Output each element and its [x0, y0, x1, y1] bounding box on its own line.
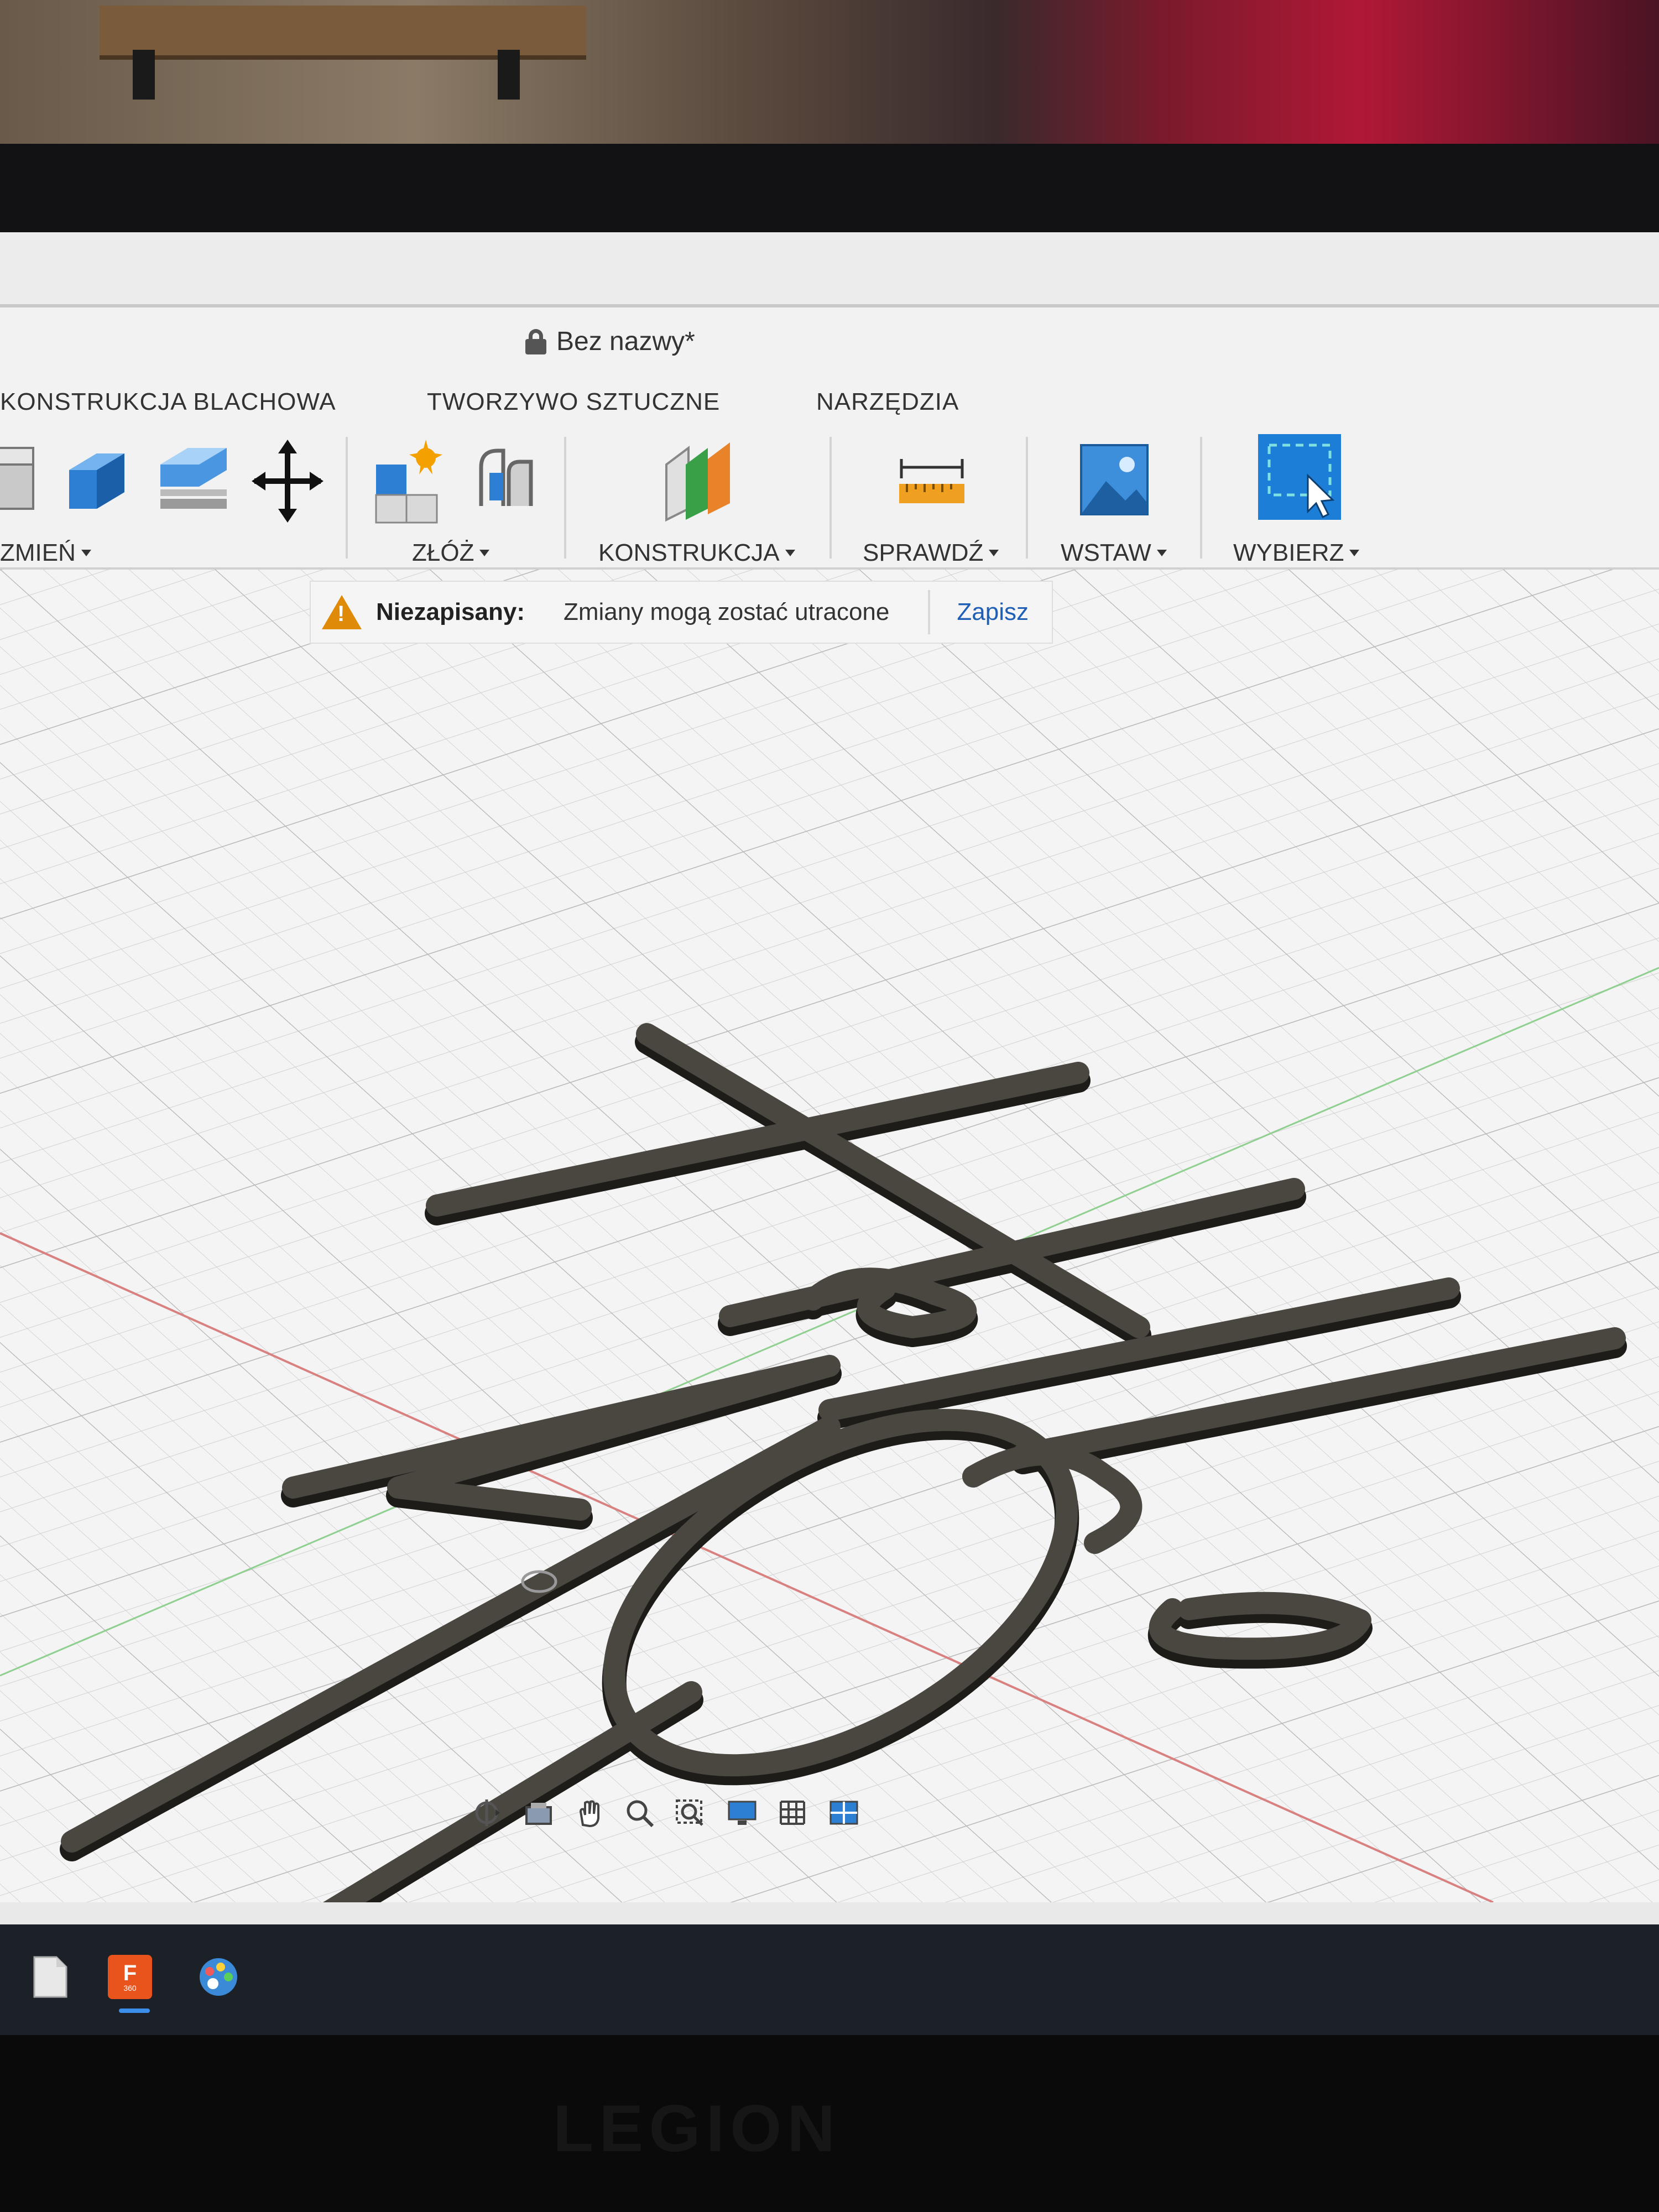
assemble-menu-label: ZŁÓŻ [412, 539, 474, 566]
fusion-window: Bez nazwy* KONSTRUKCJA BLACHOWA TWORZYWO… [0, 232, 1659, 1924]
display-settings-icon[interactable] [724, 1797, 760, 1828]
select-menu-label: WYBIERZ [1233, 539, 1344, 566]
insert-menu[interactable]: WSTAW [1061, 539, 1167, 567]
fusion-360-label: 360 [123, 1984, 137, 1992]
orbit-icon[interactable] [470, 1797, 505, 1828]
new-component-icon[interactable] [371, 437, 448, 525]
fusion-letter: F [123, 1961, 137, 1985]
banner-message: Zmiany mogą zostać utracone [563, 598, 890, 625]
offset-plane-icon[interactable] [661, 437, 738, 525]
paint-icon[interactable] [196, 1955, 241, 1999]
shelf-bracket [133, 50, 155, 100]
look-at-icon[interactable] [521, 1797, 556, 1828]
fusion-360-icon[interactable]: F 360 [108, 1955, 152, 1999]
shell-icon[interactable] [155, 437, 232, 520]
joint-icon[interactable] [470, 440, 542, 523]
move-icon[interactable] [252, 440, 324, 523]
modify-menu[interactable]: ZMIEŃ [0, 539, 91, 567]
press-pull-icon[interactable] [0, 437, 44, 514]
toolbar-divider [1200, 437, 1202, 559]
document-title-text: Bez nazwy* [556, 327, 695, 356]
file-icon[interactable] [28, 1955, 72, 1999]
fit-icon[interactable] [674, 1797, 709, 1828]
select-icon[interactable] [1255, 431, 1344, 525]
grid-icon[interactable] [775, 1797, 811, 1828]
toolbar-divider [830, 437, 832, 559]
banner-divider [928, 590, 931, 634]
toolbar-divider [1026, 437, 1028, 559]
chevron-down-icon [81, 550, 91, 556]
hardware-logo: LEGION [553, 2091, 841, 2166]
inspect-menu-label: SPRAWDŹ [863, 539, 984, 566]
title-bar [0, 232, 1659, 307]
navigation-bar [470, 1797, 862, 1828]
tab-sheet-metal[interactable]: KONSTRUKCJA BLACHOWA [0, 388, 336, 416]
room-background [0, 0, 1659, 155]
unsaved-banner: ! Niezapisany: Zmiany mogą zostać utraco… [310, 581, 1053, 644]
toolbar-divider [564, 437, 566, 559]
chevron-down-icon [989, 550, 999, 556]
assemble-menu[interactable]: ZŁÓŻ [412, 539, 490, 567]
insert-menu-label: WSTAW [1061, 539, 1151, 566]
measure-icon[interactable] [896, 453, 968, 514]
ground-grid-major [0, 570, 1659, 1902]
select-menu[interactable]: WYBIERZ [1233, 539, 1360, 567]
3d-viewport[interactable] [0, 570, 1659, 1902]
active-indicator [119, 2008, 150, 2013]
os-taskbar [0, 1924, 1659, 2035]
construct-menu-label: KONSTRUKCJA [598, 539, 780, 566]
pan-icon[interactable] [572, 1797, 607, 1828]
monitor-bezel [0, 144, 1659, 232]
chevron-down-icon [479, 550, 490, 556]
banner-title: Niezapisany: [376, 598, 525, 625]
save-link[interactable]: Zapisz [957, 598, 1029, 626]
zoom-icon[interactable] [623, 1797, 658, 1828]
lock-icon [525, 328, 546, 354]
viewports-icon[interactable] [826, 1797, 862, 1828]
warning-icon: ! [322, 595, 362, 629]
chevron-down-icon [1349, 550, 1360, 556]
tab-plastic[interactable]: TWORZYWO SZTUCZNE [427, 388, 720, 416]
shelf-bracket [498, 50, 520, 100]
chevron-down-icon [1156, 550, 1167, 556]
modify-menu-label: ZMIEŃ [0, 539, 76, 566]
modify-box-icon[interactable] [58, 437, 135, 520]
tab-tools[interactable]: NARZĘDZIA [816, 388, 959, 416]
toolbar-divider [346, 437, 348, 559]
chevron-down-icon [785, 550, 795, 556]
inspect-menu[interactable]: SPRAWDŹ [863, 539, 999, 567]
construct-menu[interactable]: KONSTRUKCJA [598, 539, 795, 567]
insert-image-icon[interactable] [1078, 442, 1150, 520]
document-title: Bez nazwy* [525, 326, 695, 357]
